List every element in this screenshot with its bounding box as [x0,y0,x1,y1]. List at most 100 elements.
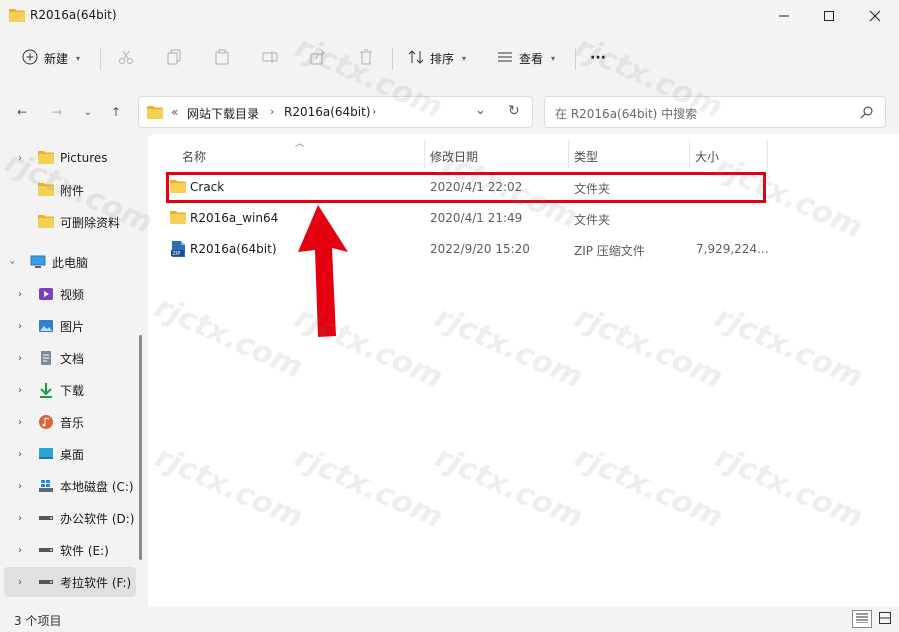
chevron-right-icon[interactable]: › [270,105,274,118]
up-button[interactable]: ↑ [106,102,126,122]
sidebar-item-label: 附件 [60,183,85,198]
column-header-size[interactable]: 大小 [695,148,719,165]
video-icon [38,286,54,302]
chevron-right-icon[interactable]: › [18,289,22,300]
sidebar-item-label: 此电脑 [52,255,89,270]
sidebar-item-drive-e[interactable]: › 软件 (E:) [4,535,136,565]
chevron-right-icon[interactable]: › [18,353,22,364]
file-size: 7,929,224... [696,242,769,256]
sidebar-item-deletable[interactable]: 可删除资料 [4,207,136,237]
sidebar-item-desktop[interactable]: › 桌面 [4,439,136,469]
chevron-right-icon[interactable]: › [18,417,22,428]
copy-button[interactable] [166,44,182,72]
column-divider[interactable] [424,140,425,168]
window-title: R2016a(64bit) [30,8,117,22]
sidebar-item-videos[interactable]: › 视频 [4,279,136,309]
column-divider[interactable] [568,140,569,168]
chevron-right-icon[interactable]: › [18,449,22,460]
sort-button[interactable]: 排序 ▾ [408,44,466,72]
chevron-right-icon[interactable]: › [372,105,376,118]
address-dropdown-icon[interactable]: ⌄ [475,103,486,118]
chevron-right-icon[interactable]: › [18,513,22,524]
navigation-scrollbar[interactable] [139,335,142,560]
sidebar-item-drive-f[interactable]: › 考拉软件 (F:) [4,567,136,597]
column-divider[interactable] [767,140,768,168]
close-button[interactable] [852,0,898,32]
forward-button[interactable]: → [47,102,67,122]
toolbar-divider [575,48,576,70]
sidebar-item-pictures[interactable]: › Pictures [4,143,136,173]
delete-button[interactable] [358,44,374,72]
status-bar: 3 个项目 [0,606,899,632]
sidebar-item-drive-c[interactable]: › 本地磁盘 (C:) [4,471,136,501]
refresh-icon[interactable]: ↻ [508,103,520,119]
command-bar: 新建 ▾ 排序 ▾ 查看 ▾ ··· [0,36,899,80]
chevron-right-icon[interactable]: › [18,481,22,492]
scissors-icon [118,49,134,68]
sidebar-item-documents[interactable]: › 文档 [4,343,136,373]
recent-locations-button[interactable]: ⌄ [78,102,98,122]
column-header-modified[interactable]: 修改日期 [430,148,478,165]
chevron-right-icon[interactable]: › [18,321,22,332]
arrow-right-icon: → [51,105,63,119]
breadcrumb-item-current[interactable]: R2016a(64bit) [284,105,371,119]
sidebar-item-label: 文档 [60,351,85,366]
sidebar-item-pictures-library[interactable]: › 图片 [4,311,136,341]
more-options-button[interactable]: ··· [590,44,606,72]
drive-icon [38,574,54,590]
search-box[interactable]: 在 R2016a(64bit) 中搜索 [544,96,886,128]
back-button[interactable]: ← [12,102,32,122]
view-button[interactable]: 查看 ▾ [497,44,555,72]
chevron-right-icon[interactable]: › [18,153,22,164]
desktop-icon [38,446,54,462]
chevron-down-icon: ⌄ [83,106,93,118]
address-bar[interactable]: « 网站下载目录 › R2016a(64bit) › ⌄ ↻ [138,96,533,128]
sidebar-item-attachments[interactable]: 附件 [4,175,136,205]
search-input[interactable]: 在 R2016a(64bit) 中搜索 [555,105,697,122]
download-icon [38,382,54,398]
sidebar-item-label: Pictures [60,151,108,165]
details-view-button[interactable] [852,610,872,628]
file-row-r2016a-zip[interactable]: ZIP R2016a(64bit) 2022/9/20 15:20 ZIP 压缩… [166,234,769,264]
chevron-right-icon[interactable]: › [18,385,22,396]
windows-drive-icon [38,478,54,494]
picture-icon [38,318,54,334]
share-button[interactable] [310,44,326,72]
sidebar-item-music[interactable]: › 音乐 [4,407,136,437]
folder-icon [38,214,54,230]
search-icon[interactable] [860,106,873,122]
chevron-right-icon[interactable]: › [18,545,22,556]
cut-button[interactable] [118,44,134,72]
new-button[interactable]: 新建 ▾ [22,44,80,72]
file-explorer-window: R2016a(64bit) 新建 ▾ 排序 ▾ 查看 ▾ ··· ← → ⌄ ↑… [0,0,899,632]
navigation-pane: › Pictures 附件 可删除资料 › 此电脑 › 视频 › 图片 › 文档… [0,138,148,606]
sidebar-item-label: 图片 [60,319,85,334]
sidebar-item-this-pc[interactable]: › 此电脑 [0,247,132,277]
tiles-view-button[interactable] [875,610,895,628]
plus-circle-icon [22,49,38,68]
column-divider[interactable] [689,140,690,168]
file-row-r2016a-win64[interactable]: R2016a_win64 2020/4/1 21:49 文件夹 [166,203,766,233]
rename-button[interactable] [262,44,278,72]
breadcrumb-item-website-downloads[interactable]: 网站下载目录 [187,105,259,122]
folder-icon [147,105,163,122]
sidebar-item-label: 下载 [60,383,85,398]
trash-icon [358,49,374,68]
drive-icon [38,510,54,526]
title-bar[interactable]: R2016a(64bit) [0,0,899,32]
minimize-button[interactable] [761,0,807,32]
maximize-button[interactable] [806,0,852,32]
item-count: 3 个项目 [14,614,62,628]
file-modified: 2022/9/20 15:20 [430,242,530,256]
breadcrumb-overflow[interactable]: « [171,105,178,119]
chevron-down-icon[interactable]: › [7,260,18,264]
rename-icon [262,49,278,68]
chevron-right-icon[interactable]: › [18,577,22,588]
paste-button[interactable] [214,44,230,72]
sidebar-item-drive-d[interactable]: › 办公软件 (D:) [4,503,136,533]
sidebar-item-downloads[interactable]: › 下载 [4,375,136,405]
sidebar-item-label: 本地磁盘 (C:) [60,479,134,494]
column-header-type[interactable]: 类型 [574,148,598,165]
sort-ascending-icon: ︿ [295,139,305,149]
column-header-name[interactable]: 名称 [182,148,206,165]
